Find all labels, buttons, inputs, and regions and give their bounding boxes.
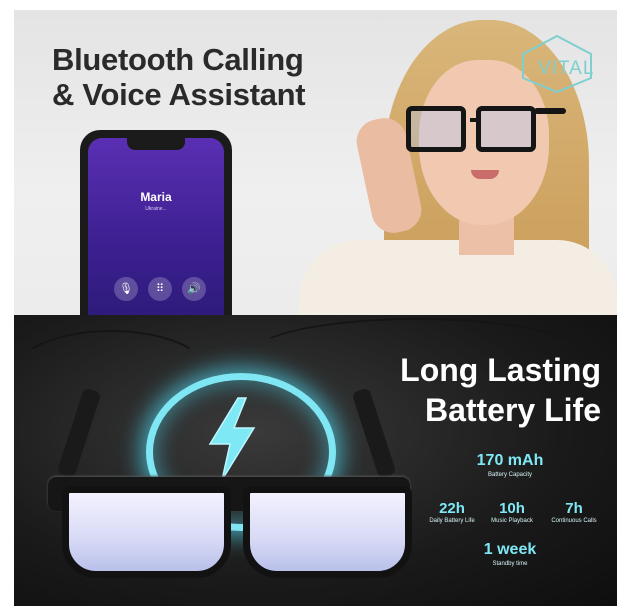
- glasses-right-lens: [243, 486, 412, 578]
- speaker-icon[interactable]: 🔊: [182, 277, 206, 301]
- glasses-left-lens: [62, 486, 231, 578]
- woman-glasses-bridge: [470, 118, 480, 122]
- woman-glasses-left-lens: [406, 106, 466, 152]
- battery-title-line-1: Long Lasting: [400, 352, 601, 388]
- daily-battery-value: 22h: [439, 500, 465, 517]
- battery-capacity-label: Battery Capacity: [487, 472, 533, 478]
- phone-screen: Maria Ukraine... 🎙 ⠿ 🔊: [88, 138, 224, 315]
- battery-capacity-value: 170 mAh: [476, 452, 544, 469]
- battery-title: Long Lasting Battery Life: [400, 350, 601, 430]
- lightning-bolt-icon: [208, 397, 256, 481]
- continuous-calls-label: Continuous Calls: [551, 518, 597, 524]
- caller-subtitle: Ukraine...: [145, 206, 167, 212]
- caller-name: Maria: [140, 190, 172, 204]
- woman-glasses-right-lens: [476, 106, 536, 152]
- mute-icon[interactable]: 🎙: [114, 277, 138, 301]
- continuous-calls-value: 7h: [565, 500, 583, 517]
- phone-notch: [127, 138, 185, 150]
- woman-glasses-temple: [534, 108, 566, 114]
- keypad-icon[interactable]: ⠿: [148, 277, 172, 301]
- woman-shoulders: [299, 240, 617, 315]
- battery-title-line-2: Battery Life: [424, 392, 601, 428]
- standby-value: 1 week: [483, 541, 537, 558]
- headline-line-2: & Voice Assistant: [52, 77, 306, 112]
- logo-text: VITAL: [538, 58, 595, 79]
- headline-line-1: Bluetooth Calling: [52, 42, 304, 77]
- headline: Bluetooth Calling & Voice Assistant: [52, 42, 306, 112]
- music-playback-label: Music Playback: [491, 518, 533, 524]
- smartphone: Maria Ukraine... 🎙 ⠿ 🔊: [80, 130, 232, 315]
- music-playback-value: 10h: [499, 500, 525, 517]
- standby-label: Standby time: [492, 561, 528, 567]
- bluetooth-calling-banner: Bluetooth Calling & Voice Assistant VITA…: [14, 10, 617, 315]
- daily-battery-label: Daily Battery Life: [429, 518, 475, 524]
